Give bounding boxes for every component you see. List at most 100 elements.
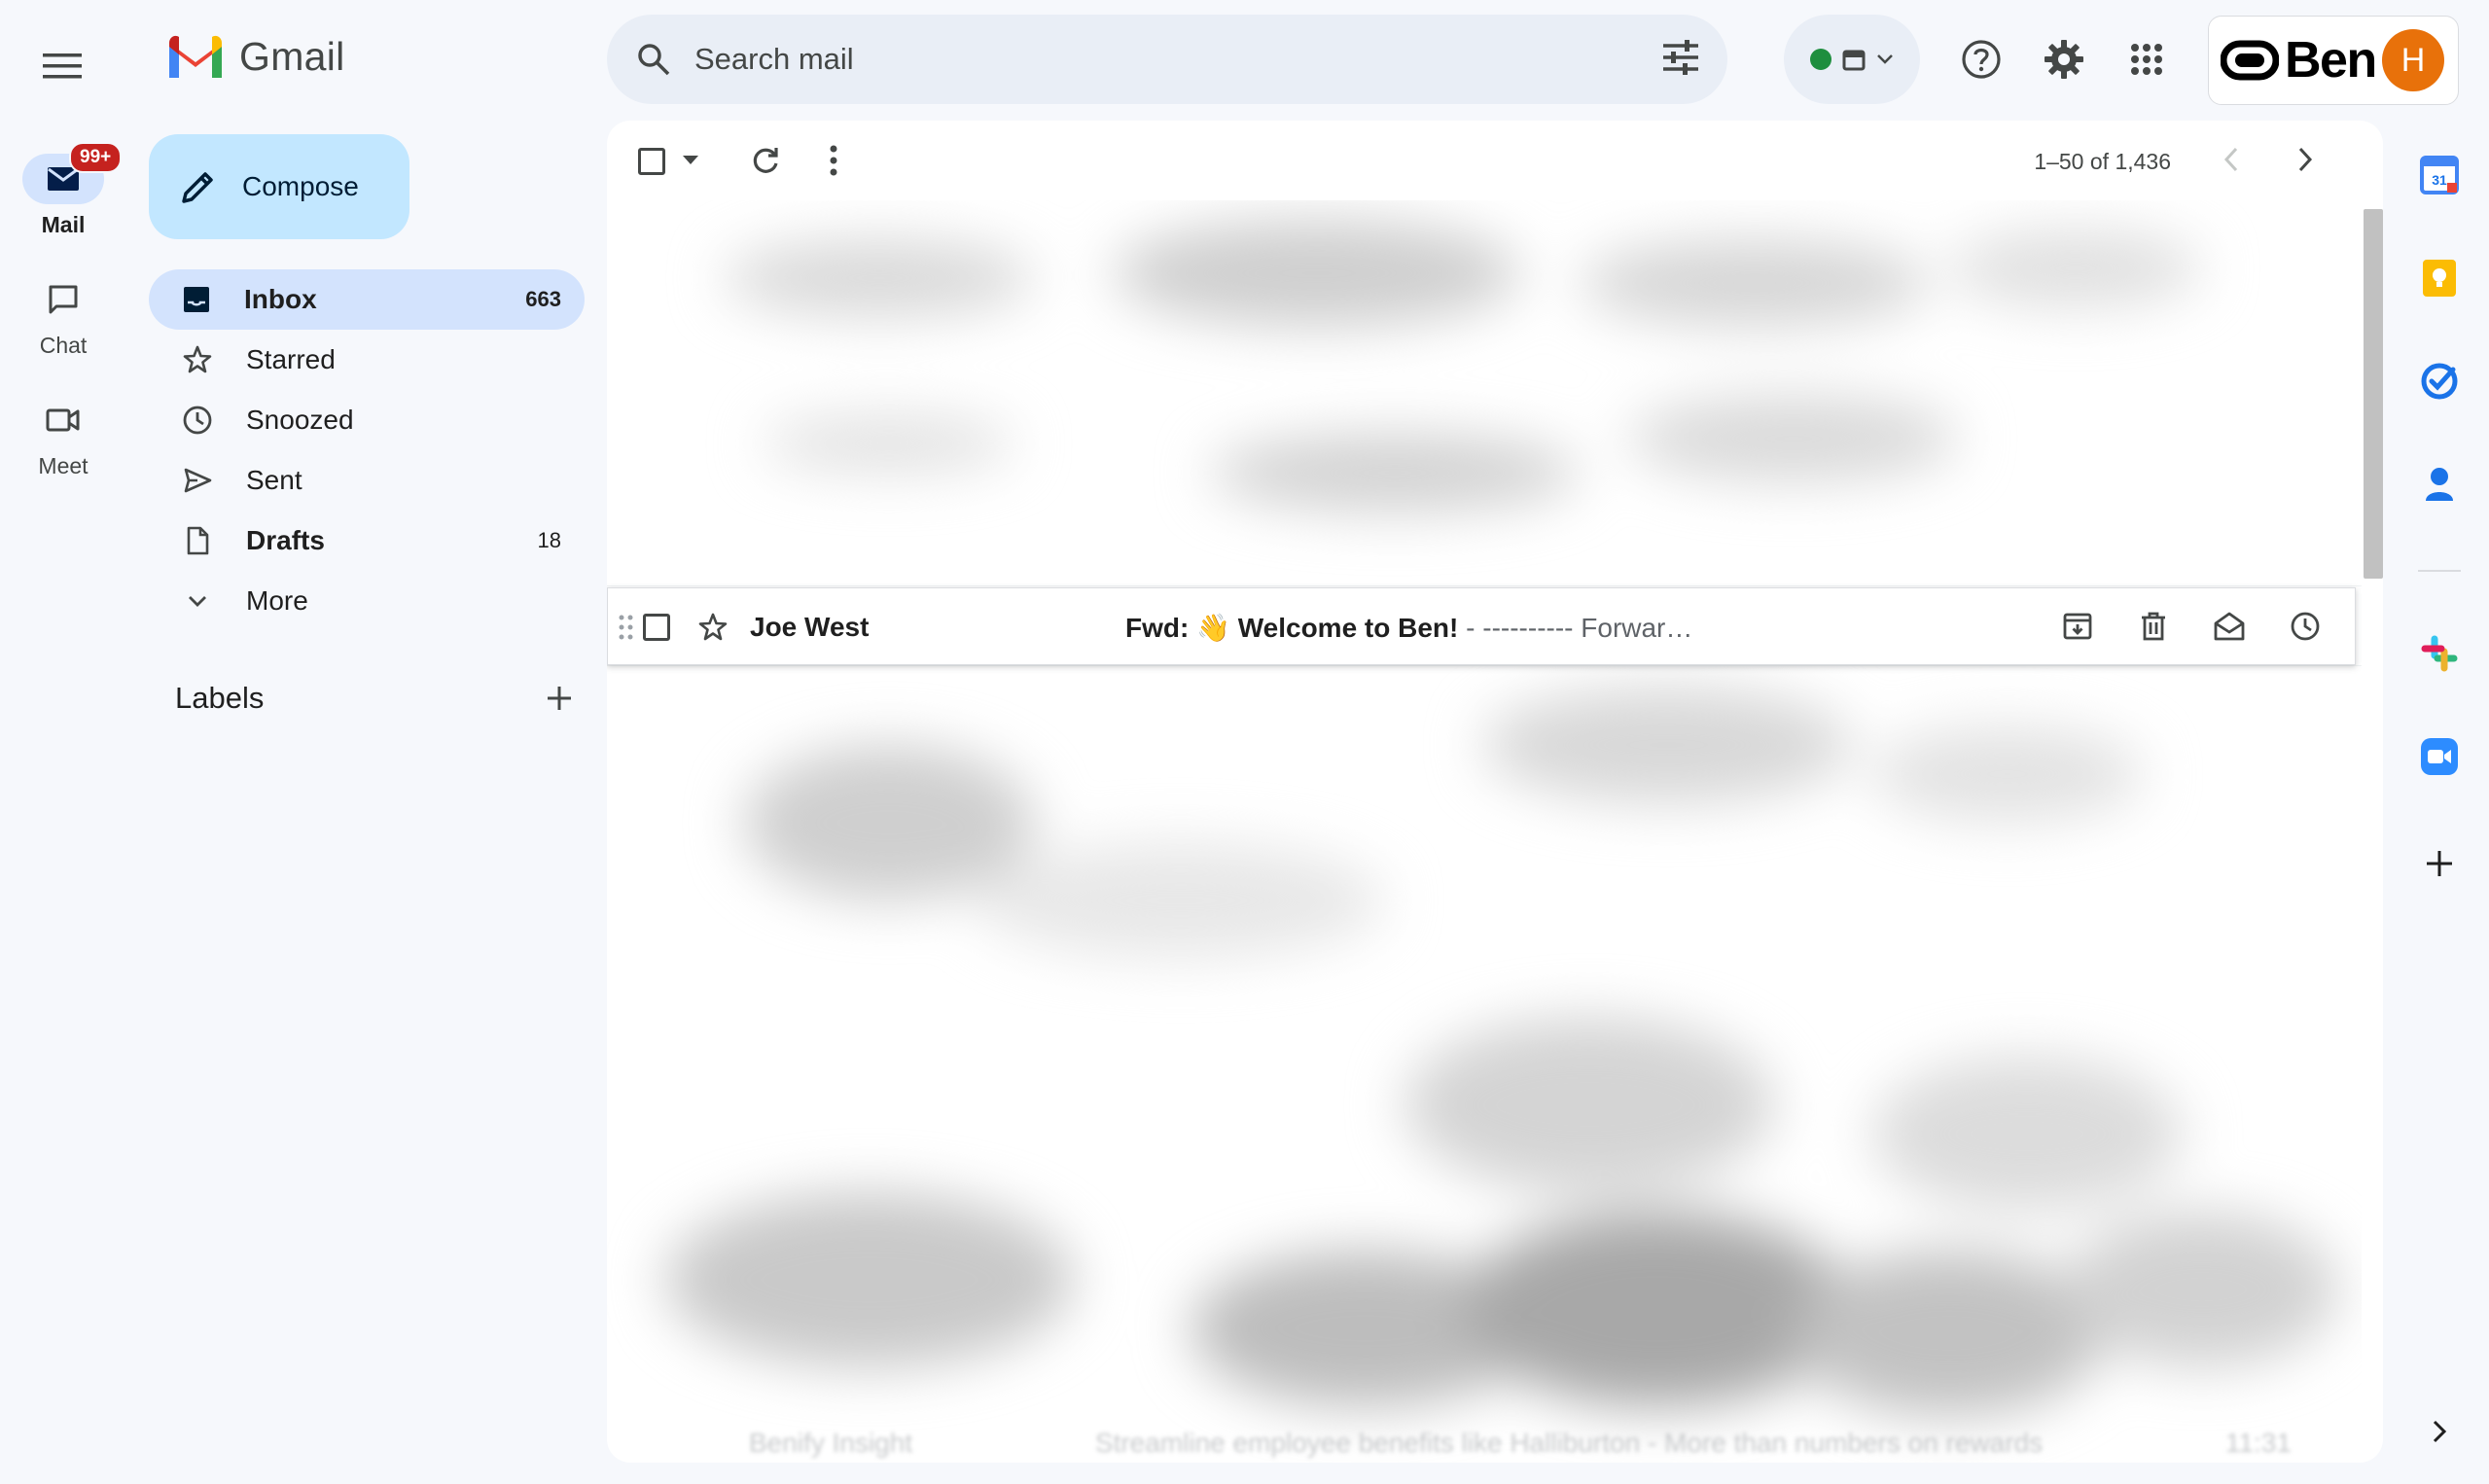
email-row[interactable]: Joe West Fwd: 👋 Welcome to Ben! - ------… bbox=[607, 587, 2356, 665]
delete-button[interactable] bbox=[2133, 604, 2174, 649]
rail-pill-chat[interactable] bbox=[22, 274, 104, 325]
google-apps-button[interactable] bbox=[2115, 27, 2179, 91]
keep-app-button[interactable] bbox=[2416, 255, 2463, 301]
chevron-down-icon bbox=[1877, 54, 1893, 64]
newer-page-button[interactable] bbox=[2222, 144, 2241, 175]
file-icon bbox=[187, 526, 209, 555]
keep-icon bbox=[2423, 260, 2456, 297]
get-addons-button[interactable] bbox=[2416, 840, 2463, 887]
inbox-icon bbox=[184, 287, 209, 312]
nav-item-inbox[interactable]: Inbox 663 bbox=[149, 269, 585, 330]
clock-icon bbox=[183, 406, 212, 435]
refresh-button[interactable] bbox=[749, 144, 782, 177]
account-button[interactable]: Ben H bbox=[2208, 16, 2459, 105]
settings-button[interactable] bbox=[2032, 27, 2096, 91]
nav-item-more[interactable]: More bbox=[149, 571, 585, 631]
select-menu-button[interactable] bbox=[683, 156, 698, 165]
ben-logo-icon bbox=[2221, 40, 2279, 81]
star-icon bbox=[183, 345, 212, 373]
snooze-button[interactable] bbox=[2285, 604, 2326, 649]
mail-list-panel: 1–50 of 1,436 Benify Insight Streamline … bbox=[607, 121, 2383, 1463]
refresh-icon bbox=[753, 148, 778, 173]
nav-item-snoozed[interactable]: Snoozed bbox=[149, 390, 585, 450]
row-divider bbox=[607, 665, 2362, 666]
rail-label-chat: Chat bbox=[39, 333, 88, 358]
tune-icon bbox=[1663, 40, 1698, 75]
chevron-right-icon bbox=[2433, 1420, 2447, 1443]
apps-grid-icon bbox=[2131, 44, 2162, 75]
help-icon bbox=[1962, 40, 2001, 79]
folder-nav: Inbox 663 Starred Snoozed Sent Drafts 18… bbox=[149, 269, 585, 631]
support-button[interactable] bbox=[1949, 27, 2013, 91]
select-all-checkbox[interactable] bbox=[638, 148, 665, 175]
row-divider bbox=[607, 585, 2362, 586]
faded-sender: Benify Insight bbox=[749, 1428, 913, 1458]
rail-pill-meet[interactable] bbox=[22, 395, 104, 445]
caret-down-icon bbox=[683, 156, 698, 164]
clock-icon bbox=[2291, 612, 2320, 641]
archive-button[interactable] bbox=[2057, 604, 2098, 649]
plus-icon bbox=[2427, 851, 2452, 876]
search-bar[interactable] bbox=[607, 15, 1727, 104]
more-vertical-icon bbox=[830, 145, 837, 176]
main-menu-button[interactable] bbox=[29, 33, 95, 99]
avatar: H bbox=[2382, 29, 2444, 91]
nav-item-drafts[interactable]: Drafts 18 bbox=[149, 511, 585, 571]
compose-button[interactable]: Compose bbox=[149, 134, 409, 239]
nav-label-inbox: Inbox bbox=[244, 284, 317, 314]
nav-label-more: More bbox=[246, 585, 308, 616]
drag-handle-icon[interactable] bbox=[618, 613, 635, 642]
mark-as-unread-button[interactable] bbox=[2209, 604, 2250, 649]
create-label-plus-icon[interactable] bbox=[545, 684, 574, 713]
gmail-m-icon bbox=[169, 35, 222, 78]
rail-item-meet[interactable]: Meet bbox=[0, 395, 126, 479]
gear-icon bbox=[2045, 40, 2083, 79]
star-icon[interactable] bbox=[697, 612, 729, 643]
gmail-logo[interactable]: Gmail bbox=[165, 33, 345, 80]
nav-item-starred[interactable]: Starred bbox=[149, 330, 585, 390]
slack-icon bbox=[2421, 635, 2458, 672]
blurred-email-rows bbox=[607, 200, 2362, 1463]
nav-label-drafts: Drafts bbox=[246, 525, 325, 555]
video-icon bbox=[46, 408, 80, 432]
calendar-app-button[interactable]: 31 bbox=[2416, 152, 2463, 198]
contacts-app-button[interactable] bbox=[2416, 461, 2463, 508]
chevron-right-icon bbox=[2298, 147, 2313, 172]
rail-pill-mail[interactable]: 99+ bbox=[22, 142, 123, 204]
rail-item-chat[interactable]: Chat bbox=[0, 274, 126, 359]
trash-icon bbox=[2142, 612, 2165, 641]
search-input[interactable] bbox=[694, 42, 1570, 77]
slack-addon-button[interactable] bbox=[2416, 630, 2463, 677]
zoom-icon bbox=[2421, 738, 2458, 775]
status-selector[interactable] bbox=[1784, 15, 1920, 104]
faded-email-row[interactable]: Benify Insight Streamline employee benef… bbox=[749, 1428, 2362, 1459]
email-snippet: - ---------- Forwarded message ---------… bbox=[1466, 613, 1699, 643]
search-options-button[interactable] bbox=[1661, 38, 1700, 82]
inbox-unread-count: 663 bbox=[525, 287, 561, 311]
email-list: Benify Insight Streamline employee benef… bbox=[607, 200, 2362, 1463]
zoom-addon-button[interactable] bbox=[2416, 733, 2463, 780]
more-actions-button[interactable] bbox=[829, 144, 838, 177]
search-button[interactable] bbox=[632, 38, 675, 81]
email-row-checkbox[interactable] bbox=[643, 614, 670, 641]
faded-time: 11:31 bbox=[2224, 1428, 2292, 1458]
drafts-count: 18 bbox=[537, 528, 561, 552]
gmail-wordmark: Gmail bbox=[239, 33, 345, 79]
email-subject-line: Fwd: 👋 Welcome to Ben! - ---------- Forw… bbox=[1125, 612, 1699, 644]
gmail-app: 99+ Mail Chat Meet Gmail Search mail Ben… bbox=[0, 0, 2489, 1484]
list-scrollbar[interactable] bbox=[2364, 209, 2383, 579]
email-row-actions bbox=[2057, 604, 2326, 649]
pencil-icon bbox=[182, 172, 213, 203]
hide-side-panel-button[interactable] bbox=[2416, 1408, 2463, 1455]
rail-label-mail: Mail bbox=[41, 212, 86, 237]
email-sender: Joe West bbox=[750, 612, 870, 642]
older-page-button[interactable] bbox=[2295, 144, 2315, 175]
pagination-range: 1–50 of 1,436 bbox=[2034, 149, 2171, 174]
tasks-app-button[interactable] bbox=[2416, 358, 2463, 405]
unread-badge: 99+ bbox=[69, 142, 123, 173]
nav-item-sent[interactable]: Sent bbox=[149, 450, 585, 511]
svg-text:31: 31 bbox=[2432, 172, 2447, 188]
rail-item-mail[interactable]: 99+ Mail bbox=[0, 142, 126, 238]
list-toolbar: 1–50 of 1,436 bbox=[607, 121, 2383, 200]
tasks-icon bbox=[2421, 363, 2458, 400]
